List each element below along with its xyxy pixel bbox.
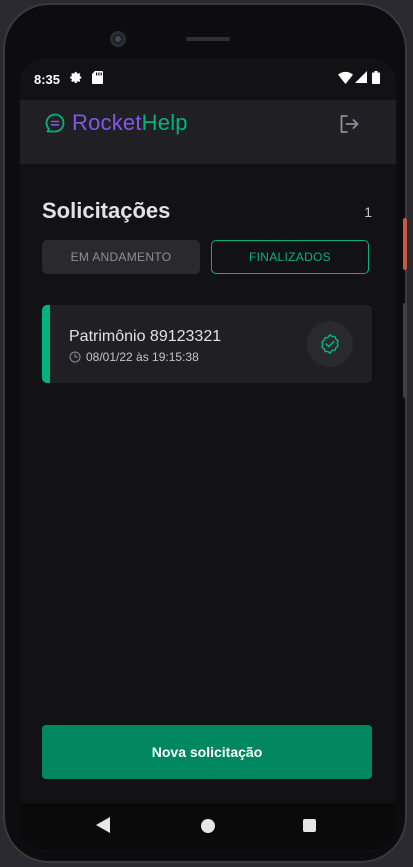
system-nav-bar <box>20 803 396 849</box>
logo-text: RocketHelp <box>72 110 188 136</box>
settings-icon <box>70 71 82 84</box>
tab-finished[interactable]: FINALIZADOS <box>211 240 369 274</box>
tab-in-progress[interactable]: EM ANDAMENTO <box>42 240 200 274</box>
requests-count: 1 <box>364 204 372 220</box>
earpiece-speaker <box>186 37 230 41</box>
wifi-icon <box>338 71 353 84</box>
power-button <box>403 218 407 270</box>
status-bar: 8:35 <box>20 58 396 100</box>
page-title: Solicitações <box>42 198 171 223</box>
status-indicator-bar <box>42 305 50 383</box>
signal-icon <box>355 71 367 83</box>
sign-out-icon <box>340 115 359 133</box>
request-meta: 08/01/22 às 19:15:38 <box>69 350 199 364</box>
logout-button[interactable] <box>337 112 361 136</box>
clock-icon <box>69 351 81 363</box>
chat-bubble-icon <box>45 113 65 133</box>
status-filter-tabs: EM ANDAMENTO FINALIZADOS <box>42 240 372 274</box>
request-status-badge <box>307 321 353 367</box>
circle-wavy-check-icon <box>321 334 339 354</box>
recents-icon[interactable] <box>303 819 316 832</box>
app-screen: 8:35 RocketHelp Solicitações 1 EM ANDAME… <box>20 58 396 849</box>
logo-text-rocket: Rocket <box>72 110 142 135</box>
front-camera <box>110 31 126 47</box>
phone-frame: 8:35 RocketHelp Solicitações 1 EM ANDAME… <box>3 3 407 863</box>
battery-icon <box>372 71 380 84</box>
logo-text-help: Help <box>141 110 188 135</box>
home-icon[interactable] <box>201 819 215 833</box>
new-request-button[interactable]: Nova solicitação <box>42 725 372 779</box>
request-name: Patrimônio 89123321 <box>69 328 222 345</box>
sd-card-icon <box>92 71 103 84</box>
status-time: 8:35 <box>34 72 61 87</box>
request-datetime: 08/01/22 às 19:15:38 <box>86 350 199 364</box>
volume-button <box>403 303 407 398</box>
app-logo: RocketHelp <box>44 110 188 136</box>
request-card[interactable]: Patrimônio 89123321 08/01/22 às 19:15:38 <box>42 305 372 383</box>
back-icon[interactable] <box>96 817 110 833</box>
